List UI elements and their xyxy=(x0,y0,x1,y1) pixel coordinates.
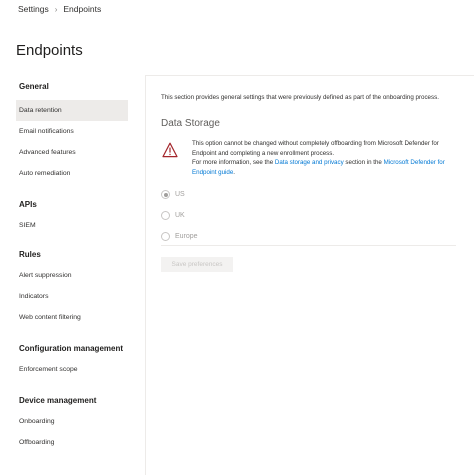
breadcrumb: Settings › Endpoints xyxy=(18,4,101,14)
radio-europe[interactable]: Europe xyxy=(161,231,461,242)
nav-group-general: General xyxy=(19,82,49,91)
radio-circle-europe xyxy=(161,232,170,242)
nav-item-indicators[interactable]: Indicators xyxy=(16,286,128,307)
nav-group-configuration-management: Configuration management xyxy=(19,344,124,353)
intro-text: This section provides general settings t… xyxy=(161,94,439,101)
nav-item-advanced-features[interactable]: Advanced features xyxy=(16,142,128,163)
radio-selected-dot xyxy=(163,192,168,197)
data-storage-radio-group: US UK Europe xyxy=(161,189,461,242)
radio-circle-us xyxy=(161,190,170,200)
radio-us[interactable]: US xyxy=(161,189,461,200)
nav-item-data-retention[interactable]: Data retention xyxy=(16,100,128,121)
sidebar-divider xyxy=(145,75,146,475)
warning-text-mid: section in the xyxy=(343,159,384,167)
nav-item-email-notifications[interactable]: Email notifications xyxy=(16,121,128,142)
main-content: This section provides general settings t… xyxy=(161,90,461,252)
warning-line-1: This option cannot be changed without co… xyxy=(192,140,439,157)
warning-text-prefix: For more information, see the xyxy=(192,159,275,167)
settings-nav: General Data retention Email notificatio… xyxy=(16,80,128,453)
section-title-data-storage: Data Storage xyxy=(161,118,220,129)
nav-item-onboarding[interactable]: Onboarding xyxy=(16,411,128,432)
radio-label-europe: Europe xyxy=(175,233,198,241)
warning-text: This option cannot be changed without co… xyxy=(192,139,452,177)
nav-item-siem[interactable]: SIEM xyxy=(16,215,128,236)
data-storage-privacy-link[interactable]: Data storage and privacy xyxy=(275,159,344,166)
radio-label-uk: UK xyxy=(175,212,185,220)
warning-message: This option cannot be changed without co… xyxy=(161,139,461,177)
nav-group-apis: APIs xyxy=(19,200,37,209)
warning-line-2: For more information, see the Data stora… xyxy=(192,158,452,177)
content-top-divider xyxy=(145,75,474,76)
save-preferences-button[interactable]: Save preferences xyxy=(161,257,233,272)
breadcrumb-settings-link[interactable]: Settings xyxy=(18,4,49,14)
radio-label-us: US xyxy=(175,191,185,199)
nav-item-web-content-filtering[interactable]: Web content filtering xyxy=(16,307,128,328)
nav-group-rules: Rules xyxy=(19,250,41,259)
radio-circle-uk xyxy=(161,211,170,221)
nav-item-enforcement-scope[interactable]: Enforcement scope xyxy=(16,359,128,380)
page-title: Endpoints xyxy=(16,42,83,59)
radio-uk[interactable]: UK xyxy=(161,210,461,221)
nav-group-device-management: Device management xyxy=(19,396,97,405)
nav-item-offboarding[interactable]: Offboarding xyxy=(16,432,128,453)
chevron-right-icon: › xyxy=(54,4,58,14)
form-divider xyxy=(161,245,456,246)
nav-item-alert-suppression[interactable]: Alert suppression xyxy=(16,265,128,286)
breadcrumb-current: Endpoints xyxy=(63,4,102,14)
nav-item-auto-remediation[interactable]: Auto remediation xyxy=(16,163,128,184)
warning-text-suffix: . xyxy=(233,168,236,176)
warning-icon xyxy=(162,142,178,158)
